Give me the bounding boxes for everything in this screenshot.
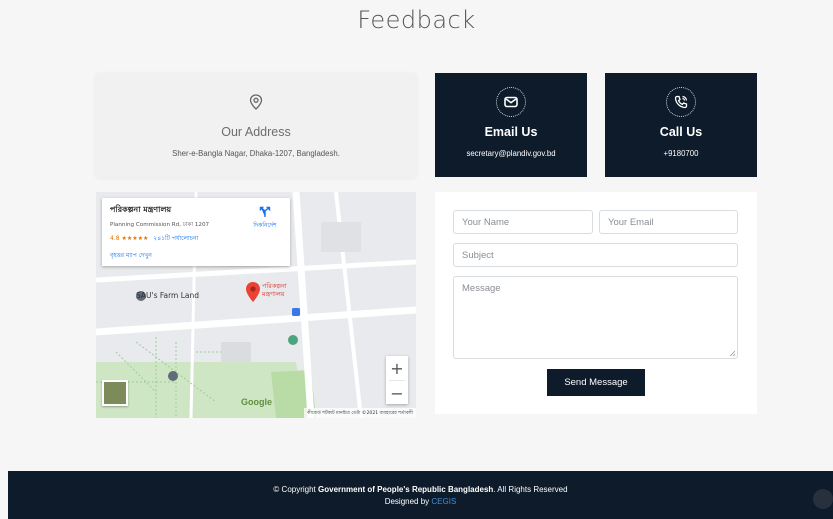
view-larger-map-link[interactable]: বৃহত্তর ম্যাপ দেখুন — [110, 250, 282, 261]
scroll-to-top-button[interactable] — [813, 489, 833, 509]
page-title: Feedback — [357, 6, 476, 34]
call-title: Call Us — [659, 125, 703, 139]
place-rating: 4.8 ★★★★★ ২৪১টি পর্যালোচনা — [110, 233, 282, 244]
email-card: Email Us secretary@plandiv.gov.bd — [435, 73, 587, 177]
designed-by-line: Designed by CEGIS — [8, 497, 833, 506]
message-textarea[interactable]: Message — [453, 276, 738, 359]
email-input[interactable]: Your Email — [599, 210, 738, 234]
zoom-out-button[interactable]: − — [386, 381, 408, 405]
directions-icon — [259, 206, 271, 217]
place-info-card: পরিকল্পনা মন্ত্রণালয় Planning Commissio… — [102, 198, 290, 266]
zoom-controls: + − — [386, 356, 408, 404]
directions-button[interactable]: দিকনির্দেশ — [248, 206, 282, 231]
pin-label: পরিকল্পনা মন্ত্রণালয় — [262, 282, 287, 298]
map-embed[interactable]: পরিকল্পনা মন্ত্রণালয় Planning Commissio… — [96, 192, 416, 418]
phone-icon — [666, 87, 696, 117]
satellite-toggle-thumbnail[interactable] — [102, 380, 128, 406]
zoom-in-button[interactable]: + — [386, 356, 408, 380]
message-placeholder: Message — [462, 283, 501, 294]
address-title: Our Address — [221, 125, 291, 139]
google-logo: Google — [241, 397, 272, 407]
location-icon — [242, 88, 270, 116]
copyright-prefix: © Copyright — [273, 485, 316, 494]
rating-value: 4.8 — [110, 235, 120, 242]
address-text: Sher-e-Bangla Nagar, Dhaka-1207, Banglad… — [172, 149, 340, 158]
designer-link[interactable]: CEGIS — [431, 497, 456, 506]
address-card: Our Address Sher-e-Bangla Nagar, Dhaka-1… — [96, 73, 416, 177]
farm-land-label: SAU's Farm Land — [136, 291, 200, 300]
email-link[interactable]: secretary@plandiv.gov.bd — [435, 149, 587, 158]
rating-stars: ★★★★★ — [121, 235, 149, 242]
name-input[interactable]: Your Name — [453, 210, 593, 234]
resize-grip-icon[interactable] — [729, 350, 735, 356]
map-pin-icon[interactable] — [246, 282, 260, 306]
footer: © Copyright Government of People's Repub… — [8, 471, 833, 519]
send-message-button[interactable]: Send Message — [547, 369, 645, 396]
reviews-link[interactable]: ২৪১টি পর্যালোচনা — [153, 235, 198, 242]
feedback-form: Your Name Your Email Subject Message Sen… — [435, 192, 757, 414]
envelope-icon — [496, 87, 526, 117]
email-title: Email Us — [484, 125, 538, 139]
call-card: Call Us +9180700 — [605, 73, 757, 177]
copyright-line: © Copyright Government of People's Repub… — [8, 485, 833, 494]
subject-input[interactable]: Subject — [453, 243, 738, 267]
copyright-rights: . All Rights Reserved — [493, 485, 568, 494]
directions-label: দিকনির্দেশ — [253, 222, 277, 229]
call-link[interactable]: +9180700 — [605, 149, 757, 158]
copyright-org: Government of People's Republic Banglade… — [318, 485, 494, 494]
designed-by-label: Designed by — [384, 497, 430, 506]
map-attribution[interactable]: কীবোর্ড শর্টকাট মানচিত্র ডেটা ©2021 ব্যব… — [304, 408, 416, 418]
